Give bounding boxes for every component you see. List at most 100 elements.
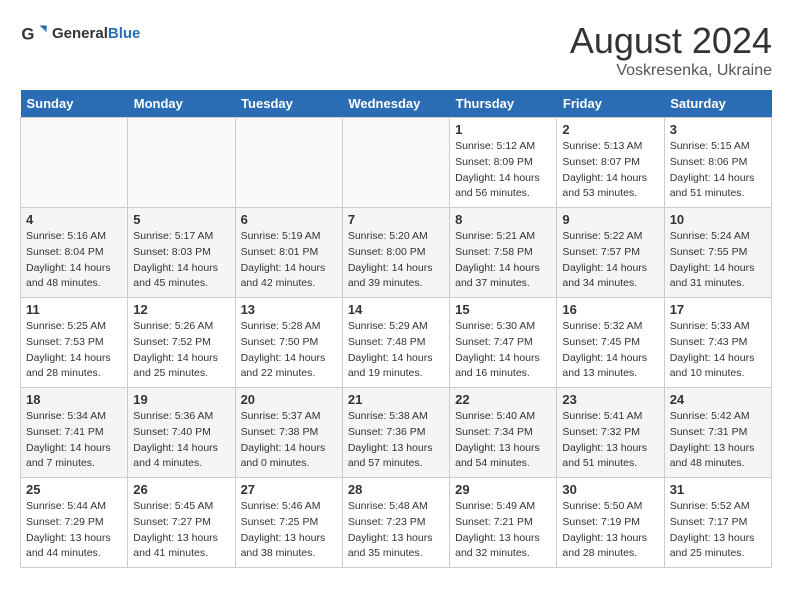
- calendar-cell: 27Sunrise: 5:46 AM Sunset: 7:25 PM Dayli…: [235, 478, 342, 568]
- header-tuesday: Tuesday: [235, 90, 342, 118]
- calendar-cell: 26 Sunrise: 5:45 AM Sunset: 7:27 PM Dayli…: [128, 478, 235, 568]
- calendar-cell: 9 Sunrise: 5:22 AM Sunset: 7:57 PM Daylig…: [557, 208, 664, 298]
- day-number: 19: [133, 392, 229, 407]
- logo-blue: Blue: [108, 25, 141, 42]
- day-info: Sunrise: 5:52 AM Sunset: 7:17 PM Dayligh…: [670, 499, 766, 562]
- title-block: August 2024 Voskresenka, Ukraine: [570, 20, 772, 80]
- header-wednesday: Wednesday: [342, 90, 449, 118]
- day-info: Sunrise: 5:33 AM Sunset: 7:43 PM Dayligh…: [670, 319, 766, 382]
- day-number: 29: [455, 482, 551, 497]
- day-info: Sunrise: 5:19 AM Sunset: 8:01 PM Dayligh…: [241, 229, 337, 292]
- location: Voskresenka, Ukraine: [570, 62, 772, 80]
- calendar-cell: 7Sunrise: 5:20 AM Sunset: 8:00 PM Daylig…: [342, 208, 449, 298]
- calendar-cell: 22Sunrise: 5:40 AM Sunset: 7:34 PM Dayli…: [450, 388, 557, 478]
- day-info: Sunrise: 5:50 AM Sunset: 7:19 PM Dayligh…: [562, 499, 658, 562]
- logo: G GeneralBlue: [20, 20, 140, 48]
- calendar-cell: [21, 118, 128, 208]
- calendar-cell: [342, 118, 449, 208]
- week-row-4: 18 Sunrise: 5:34 AM Sunset: 7:41 PM Dayli…: [21, 388, 772, 478]
- day-number: 14: [348, 302, 444, 317]
- day-info: Sunrise: 5:48 AM Sunset: 7:23 PM Dayligh…: [348, 499, 444, 562]
- day-number: 20: [241, 392, 337, 407]
- day-info: Sunrise: 5:42 AM Sunset: 7:31 PM Dayligh…: [670, 409, 766, 472]
- day-number: 10: [670, 212, 766, 227]
- day-number: 18: [26, 392, 122, 407]
- day-number: 4: [26, 212, 122, 227]
- day-info: Sunrise: 5:36 AM Sunset: 7:40 PM Dayligh…: [133, 409, 229, 472]
- calendar-cell: 25 Sunrise: 5:44 AM Sunset: 7:29 PM Dayli…: [21, 478, 128, 568]
- day-number: 1: [455, 122, 551, 137]
- calendar-cell: 11Sunrise: 5:25 AM Sunset: 7:53 PM Dayli…: [21, 298, 128, 388]
- day-number: 26: [133, 482, 229, 497]
- calendar-cell: 16Sunrise: 5:32 AM Sunset: 7:45 PM Dayli…: [557, 298, 664, 388]
- calendar-cell: 23Sunrise: 5:41 AM Sunset: 7:32 PM Dayli…: [557, 388, 664, 478]
- day-number: 15: [455, 302, 551, 317]
- logo-general: General: [52, 25, 108, 42]
- day-info: Sunrise: 5:13 AM Sunset: 8:07 PM Dayligh…: [562, 139, 658, 202]
- week-row-1: 1 Sunrise: 5:12 AM Sunset: 8:09 PM Daylig…: [21, 118, 772, 208]
- day-number: 5: [133, 212, 229, 227]
- day-info: Sunrise: 5:44 AM Sunset: 7:29 PM Dayligh…: [26, 499, 122, 562]
- day-number: 23: [562, 392, 658, 407]
- header-friday: Friday: [557, 90, 664, 118]
- day-number: 30: [562, 482, 658, 497]
- day-info: Sunrise: 5:45 AM Sunset: 7:27 PM Dayligh…: [133, 499, 229, 562]
- calendar-cell: 18 Sunrise: 5:34 AM Sunset: 7:41 PM Dayli…: [21, 388, 128, 478]
- calendar-cell: 10 Sunrise: 5:24 AM Sunset: 7:55 PM Dayli…: [664, 208, 771, 298]
- day-info: Sunrise: 5:21 AM Sunset: 7:58 PM Dayligh…: [455, 229, 551, 292]
- calendar-cell: 3Sunrise: 5:15 AM Sunset: 8:06 PM Daylig…: [664, 118, 771, 208]
- page-header: G GeneralBlue August 2024 Voskresenka, U…: [20, 20, 772, 80]
- day-info: Sunrise: 5:22 AM Sunset: 7:57 PM Dayligh…: [562, 229, 658, 292]
- calendar-cell: [235, 118, 342, 208]
- calendar-cell: [128, 118, 235, 208]
- calendar-cell: 6 Sunrise: 5:19 AM Sunset: 8:01 PM Daylig…: [235, 208, 342, 298]
- day-info: Sunrise: 5:15 AM Sunset: 8:06 PM Dayligh…: [670, 139, 766, 202]
- day-number: 17: [670, 302, 766, 317]
- day-number: 28: [348, 482, 444, 497]
- day-info: Sunrise: 5:34 AM Sunset: 7:41 PM Dayligh…: [26, 409, 122, 472]
- calendar-cell: 24 Sunrise: 5:42 AM Sunset: 7:31 PM Dayli…: [664, 388, 771, 478]
- day-info: Sunrise: 5:20 AM Sunset: 8:00 PM Dayligh…: [348, 229, 444, 292]
- day-info: Sunrise: 5:38 AM Sunset: 7:36 PM Dayligh…: [348, 409, 444, 472]
- calendar-cell: 8 Sunrise: 5:21 AM Sunset: 7:58 PM Daylig…: [450, 208, 557, 298]
- week-row-3: 11Sunrise: 5:25 AM Sunset: 7:53 PM Dayli…: [21, 298, 772, 388]
- calendar-cell: 4 Sunrise: 5:16 AM Sunset: 8:04 PM Daylig…: [21, 208, 128, 298]
- day-info: Sunrise: 5:28 AM Sunset: 7:50 PM Dayligh…: [241, 319, 337, 382]
- calendar-cell: 21Sunrise: 5:38 AM Sunset: 7:36 PM Dayli…: [342, 388, 449, 478]
- day-info: Sunrise: 5:12 AM Sunset: 8:09 PM Dayligh…: [455, 139, 551, 202]
- calendar-header-row: SundayMondayTuesdayWednesdayThursdayFrid…: [21, 90, 772, 118]
- header-saturday: Saturday: [664, 90, 771, 118]
- day-number: 13: [241, 302, 337, 317]
- logo-icon: G: [20, 20, 48, 48]
- day-number: 9: [562, 212, 658, 227]
- calendar-cell: 19 Sunrise: 5:36 AM Sunset: 7:40 PM Dayli…: [128, 388, 235, 478]
- calendar-cell: 30 Sunrise: 5:50 AM Sunset: 7:19 PM Dayli…: [557, 478, 664, 568]
- day-number: 6: [241, 212, 337, 227]
- day-number: 12: [133, 302, 229, 317]
- header-sunday: Sunday: [21, 90, 128, 118]
- day-info: Sunrise: 5:16 AM Sunset: 8:04 PM Dayligh…: [26, 229, 122, 292]
- day-number: 2: [562, 122, 658, 137]
- calendar-cell: 28 Sunrise: 5:48 AM Sunset: 7:23 PM Dayli…: [342, 478, 449, 568]
- week-row-5: 25 Sunrise: 5:44 AM Sunset: 7:29 PM Dayli…: [21, 478, 772, 568]
- day-info: Sunrise: 5:49 AM Sunset: 7:21 PM Dayligh…: [455, 499, 551, 562]
- day-info: Sunrise: 5:32 AM Sunset: 7:45 PM Dayligh…: [562, 319, 658, 382]
- header-thursday: Thursday: [450, 90, 557, 118]
- day-number: 24: [670, 392, 766, 407]
- calendar-table: SundayMondayTuesdayWednesdayThursdayFrid…: [20, 90, 772, 568]
- calendar-cell: 12Sunrise: 5:26 AM Sunset: 7:52 PM Dayli…: [128, 298, 235, 388]
- calendar-cell: 15 Sunrise: 5:30 AM Sunset: 7:47 PM Dayli…: [450, 298, 557, 388]
- day-info: Sunrise: 5:40 AM Sunset: 7:34 PM Dayligh…: [455, 409, 551, 472]
- day-number: 25: [26, 482, 122, 497]
- day-info: Sunrise: 5:37 AM Sunset: 7:38 PM Dayligh…: [241, 409, 337, 472]
- day-number: 27: [241, 482, 337, 497]
- day-number: 31: [670, 482, 766, 497]
- day-info: Sunrise: 5:24 AM Sunset: 7:55 PM Dayligh…: [670, 229, 766, 292]
- calendar-cell: 2 Sunrise: 5:13 AM Sunset: 8:07 PM Daylig…: [557, 118, 664, 208]
- day-info: Sunrise: 5:30 AM Sunset: 7:47 PM Dayligh…: [455, 319, 551, 382]
- header-monday: Monday: [128, 90, 235, 118]
- calendar-cell: 1 Sunrise: 5:12 AM Sunset: 8:09 PM Daylig…: [450, 118, 557, 208]
- calendar-cell: 20 Sunrise: 5:37 AM Sunset: 7:38 PM Dayli…: [235, 388, 342, 478]
- calendar-cell: 13 Sunrise: 5:28 AM Sunset: 7:50 PM Dayli…: [235, 298, 342, 388]
- day-number: 8: [455, 212, 551, 227]
